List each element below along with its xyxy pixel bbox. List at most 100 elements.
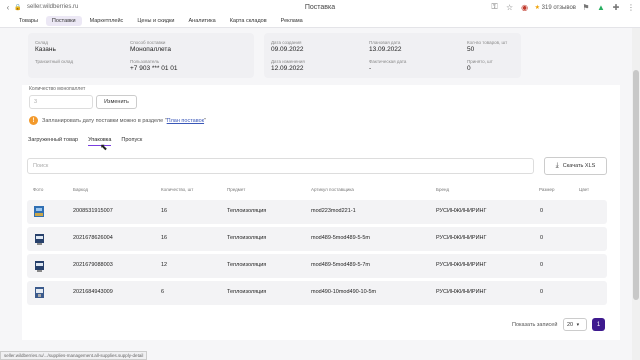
mouse-cursor-icon: ⬉ xyxy=(100,142,108,152)
row-brand: РУСИНЖИНИРИНГ xyxy=(436,262,487,268)
row-subject: Теплоизоляция xyxy=(227,208,267,214)
method-label: Способ поставки xyxy=(130,40,166,45)
main-nav: Товары Поставки Маркетплейс Цены и скидк… xyxy=(0,14,640,28)
nav-tab-prices[interactable]: Цены и скидки xyxy=(131,16,180,26)
table-header: Фото Баркод Количество, шт Предмет Артик… xyxy=(27,185,607,195)
supply-subtabs: Загруженный товар Упаковка Пропуск xyxy=(28,137,142,146)
browser-toolbar: ‹ 🔒 seller.wildberries.ru Поставка ⚿ ☆ ◉… xyxy=(0,0,640,14)
tab-pass[interactable]: Пропуск xyxy=(121,137,142,146)
tab-loaded-goods[interactable]: Загруженный товар xyxy=(28,137,78,146)
col-article: Артикул поставщика xyxy=(311,187,354,192)
changed-field: Дата изменения 12.09.2022 xyxy=(271,59,305,72)
row-subject: Теплоизоляция xyxy=(227,235,267,241)
row-size: 0 xyxy=(540,289,544,295)
count-value: 50 xyxy=(467,46,475,53)
product-thumbnail xyxy=(34,206,44,217)
count-field: Кол-во товаров, шт 50 xyxy=(467,40,507,53)
actual-label: Фактическая дата xyxy=(369,59,407,64)
nav-tab-marketplace[interactable]: Маркетплейс xyxy=(84,16,130,26)
page-button-current[interactable]: 1 xyxy=(592,318,605,331)
warehouse-label: Склад xyxy=(35,40,49,45)
product-thumbnail xyxy=(35,287,44,298)
method-value: Монопаллета xyxy=(130,46,171,53)
row-qty: 12 xyxy=(161,262,168,268)
rows-per-page-select[interactable]: 20 ▾ xyxy=(563,318,587,331)
row-article: mod489-5mod489-5-5m xyxy=(311,235,371,241)
browser-status-url: seller.wildberries.ru/.../supplies-manag… xyxy=(0,351,148,360)
chevron-down-icon: ▾ xyxy=(576,322,580,328)
reviews-icon: ◉ xyxy=(521,2,529,12)
notice-text: Запланировать дату поставки можно в разд… xyxy=(42,117,207,124)
supply-plan-link[interactable]: План поставок xyxy=(167,118,204,124)
scrollbar-thumb[interactable] xyxy=(633,70,639,300)
changed-value: 12.09.2022 xyxy=(271,65,304,72)
row-subject: Теплоизоляция xyxy=(227,262,267,268)
menu-icon[interactable]: ⋮ xyxy=(626,2,636,12)
pallet-qty-label: Количество монопаллет xyxy=(29,86,86,92)
table-row: 2021679088003 12 Теплоизоляция mod489-5m… xyxy=(27,254,607,278)
download-icon: ⤓ xyxy=(555,162,559,169)
col-subject: Предмет xyxy=(227,187,246,192)
address-bar[interactable]: seller.wildberries.ru xyxy=(27,4,78,10)
row-barcode: 2021684943009 xyxy=(73,289,113,295)
nav-tab-ads[interactable]: Реклама xyxy=(275,16,309,26)
nav-tab-products[interactable]: Товары xyxy=(13,16,44,26)
row-qty: 16 xyxy=(161,208,168,214)
plan-notice: ! Запланировать дату поставки можно в ра… xyxy=(29,116,206,125)
created-value: 09.09.2022 xyxy=(271,46,304,53)
count-label: Кол-во товаров, шт xyxy=(467,40,508,45)
row-barcode: 2021679088003 xyxy=(73,262,113,268)
accepted-value: 0 xyxy=(467,65,471,72)
row-size: 0 xyxy=(540,262,544,268)
puzzle-icon[interactable]: ✚ xyxy=(611,2,621,12)
key-icon[interactable]: ⚿ xyxy=(490,2,500,12)
col-brand: Бренд xyxy=(436,187,450,192)
back-icon[interactable]: ‹ xyxy=(3,2,13,12)
download-xls-button[interactable]: ⤓ Скачать XLS xyxy=(544,157,607,175)
nav-tab-warehouse-map[interactable]: Карта складов xyxy=(224,16,273,26)
row-brand: РУСИНЖИНИРИНГ xyxy=(436,289,487,295)
row-brand: РУСИНЖИНИРИНГ xyxy=(436,235,487,241)
col-photo: Фото xyxy=(33,187,44,192)
row-subject: Теплоизоляция xyxy=(227,289,267,295)
row-qty: 16 xyxy=(161,235,168,241)
planned-field: Плановая дата 13.09.2022 xyxy=(369,40,402,53)
user-label: Пользователь xyxy=(130,59,160,64)
change-qty-button[interactable]: Изменить xyxy=(96,95,137,109)
table-row: 2021678626004 16 Теплоизоляция mod489-5m… xyxy=(27,227,607,251)
user-field: Пользователь +7 903 *** 01 01 xyxy=(130,59,178,72)
accepted-label: Принято, шт xyxy=(467,59,493,64)
row-qty: 6 xyxy=(161,289,165,295)
row-article: mod489-5mod489-5-7m xyxy=(311,262,371,268)
accepted-field: Принято, шт 0 xyxy=(467,59,493,72)
lock-icon: 🔒 xyxy=(14,4,22,11)
pallet-qty-input[interactable]: 3 xyxy=(29,95,93,109)
nav-tab-supplies[interactable]: Поставки xyxy=(45,15,82,26)
col-size: Размер xyxy=(539,187,555,192)
method-field: Способ поставки Монопаллета xyxy=(130,40,171,53)
warning-icon: ! xyxy=(29,116,38,125)
warehouse-value: Казань xyxy=(35,46,56,53)
transit-label: Транзитный склад xyxy=(35,59,74,64)
nav-tab-analytics[interactable]: Аналитика xyxy=(182,16,221,26)
notice-message: Запланировать дату поставки можно в разд… xyxy=(42,117,165,124)
star-icon[interactable]: ☆ xyxy=(505,2,515,12)
row-article: mod223mod221-1 xyxy=(311,208,356,214)
col-qty: Количество, шт xyxy=(161,187,194,192)
rows-per-page-value: 20 xyxy=(567,322,574,328)
warehouse-field: Склад Казань xyxy=(35,40,56,53)
created-label: Дата создания xyxy=(271,40,302,45)
extension-icon[interactable]: ▲ xyxy=(596,2,606,12)
reviews-badge[interactable]: ★ 319 отзывов xyxy=(535,4,576,11)
search-input[interactable]: Поиск xyxy=(27,158,534,174)
row-brand: РУСИНЖИНИРИНГ xyxy=(436,208,487,214)
row-size: 0 xyxy=(540,208,544,214)
bookmark-icon[interactable]: ⚑ xyxy=(581,2,591,12)
row-barcode: 2021678626004 xyxy=(73,235,113,241)
table-row: 2021684943009 6 Теплоизоляция mod490-10m… xyxy=(27,281,607,305)
reviews-count: 319 отзывов xyxy=(541,4,576,11)
row-barcode: 2008531915007 xyxy=(73,208,113,214)
planned-value: 13.09.2022 xyxy=(369,46,402,53)
table-row: 2008531915007 16 Теплоизоляция mod223mod… xyxy=(27,200,607,224)
col-color: Цвет xyxy=(579,187,590,192)
